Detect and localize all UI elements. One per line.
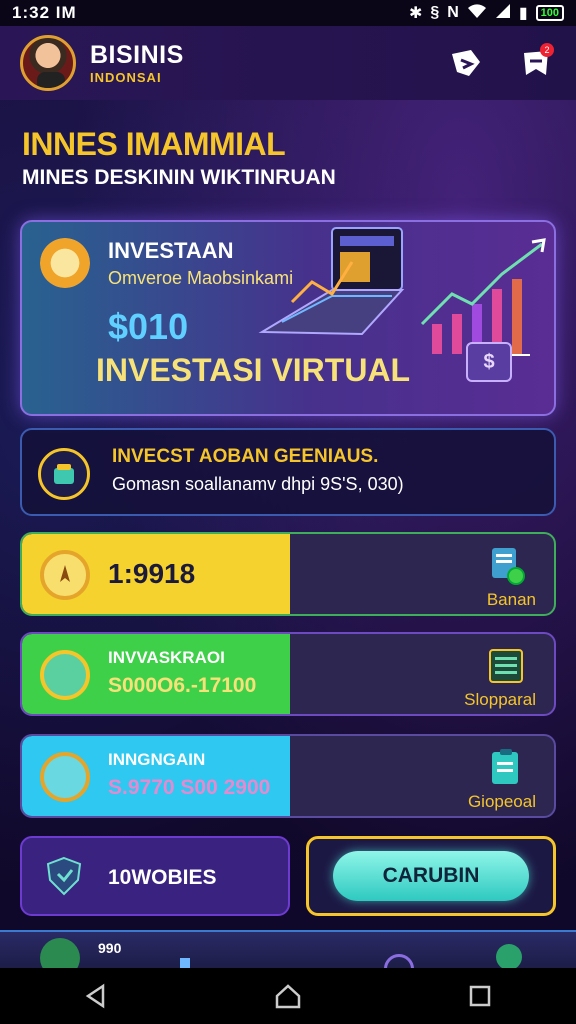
- battery-indicator: 100: [535, 5, 564, 21]
- compass-icon: [40, 550, 90, 600]
- info-card[interactable]: INVECST AOBAN GEENIAUS. Gomasn soallanam…: [20, 428, 556, 516]
- basket-icon: [38, 448, 90, 500]
- clipboard-icon: [492, 749, 518, 784]
- cta-panel: CARUBIN: [306, 836, 556, 916]
- row-1-value: 1:9918: [108, 558, 196, 589]
- status-time: 1:32 IM: [12, 3, 77, 22]
- laptop-icon: [258, 227, 405, 336]
- info-card-title: INVECST AOBAN GEENIAUS.: [112, 446, 379, 467]
- brand: BISINIS INDONSAI: [90, 41, 416, 85]
- shield-icon: [46, 856, 82, 896]
- row-2-value: S000O6.-17100: [108, 674, 257, 697]
- home-icon: [275, 984, 301, 1009]
- investment-row-1[interactable]: 1:9918 Banan: [20, 532, 556, 616]
- row-2-title: INVVASKRAOI: [108, 648, 225, 667]
- cta-button[interactable]: CARUBIN: [333, 851, 529, 901]
- coin-icon: [40, 238, 90, 288]
- tab-bar: 990: [0, 930, 576, 968]
- home-button[interactable]: [264, 972, 312, 1020]
- back-icon: [85, 983, 105, 1009]
- dollar-badge: $: [466, 342, 512, 382]
- row-3-value: S.9770 S00 2900: [108, 776, 271, 799]
- report-icon: [489, 649, 523, 683]
- row-3-label: Giopeoal: [467, 792, 536, 811]
- sync-icon: §: [430, 4, 440, 21]
- share-button[interactable]: [446, 43, 486, 83]
- sim-icon: ▮: [518, 5, 528, 22]
- info-card-subtitle: Gomasn soallanamv dhpi 9S'S, 030): [112, 474, 404, 494]
- portfolio-label: 10WOBIES: [108, 866, 217, 889]
- hero-title: INNES IMAMMIAL: [22, 126, 286, 162]
- hero-subtitle: MINES DESKININ WIKTINRUAN: [22, 166, 336, 189]
- notifications-button[interactable]: 2: [516, 43, 556, 83]
- app-title: BISINIS: [90, 41, 184, 69]
- investment-row-3[interactable]: INNGNGAIN S.9770 S00 2900 Giopeoal: [20, 734, 556, 818]
- document-icon: [492, 548, 525, 585]
- investment-banner[interactable]: INVESTAAN Omveroe Maobsinkami $010 INVES…: [20, 220, 556, 416]
- row-3-title: INNGNGAIN: [108, 750, 206, 769]
- portfolio-button[interactable]: 10WOBIES: [20, 836, 290, 916]
- tab-network-icon[interactable]: [496, 944, 522, 968]
- app-header: BISINIS INDONSAI 2: [0, 26, 576, 100]
- stopwatch-icon: [40, 752, 90, 802]
- app-subtitle: INDONSAI: [90, 70, 162, 85]
- system-nav-bar: [0, 968, 576, 1024]
- wifi-icon: [467, 3, 487, 24]
- recents-button[interactable]: [456, 972, 504, 1020]
- back-button[interactable]: [72, 972, 120, 1020]
- tab-first-label[interactable]: 990: [98, 940, 121, 956]
- recents-icon: [469, 985, 491, 1007]
- avatar[interactable]: [20, 35, 76, 91]
- nfc-icon: N: [447, 4, 459, 21]
- row-2-label: Slopparal: [464, 690, 536, 709]
- share-icon: [452, 50, 480, 76]
- bluetooth-icon: ✱: [408, 5, 423, 22]
- banner-amount: $010: [108, 306, 189, 347]
- coin-ring-icon: [40, 650, 90, 700]
- signal-icon: [495, 3, 511, 24]
- status-icons: ✱ § N ▮ 100: [409, 3, 564, 24]
- row-1-label: Banan: [486, 590, 536, 609]
- tab-profile-icon[interactable]: [384, 954, 414, 968]
- tab-stats-icon[interactable]: [180, 958, 190, 968]
- investment-row-2[interactable]: INVVASKRAOI S000O6.-17100 Slopparal: [20, 632, 556, 716]
- tab-home-icon[interactable]: [40, 938, 80, 968]
- banner-title: INVESTAAN: [108, 238, 234, 263]
- banner-label: INVESTASI VIRTUAL: [96, 352, 411, 388]
- status-bar: 1:32 IM ✱ § N ▮ 100: [0, 0, 576, 26]
- notification-badge: 2: [540, 43, 554, 57]
